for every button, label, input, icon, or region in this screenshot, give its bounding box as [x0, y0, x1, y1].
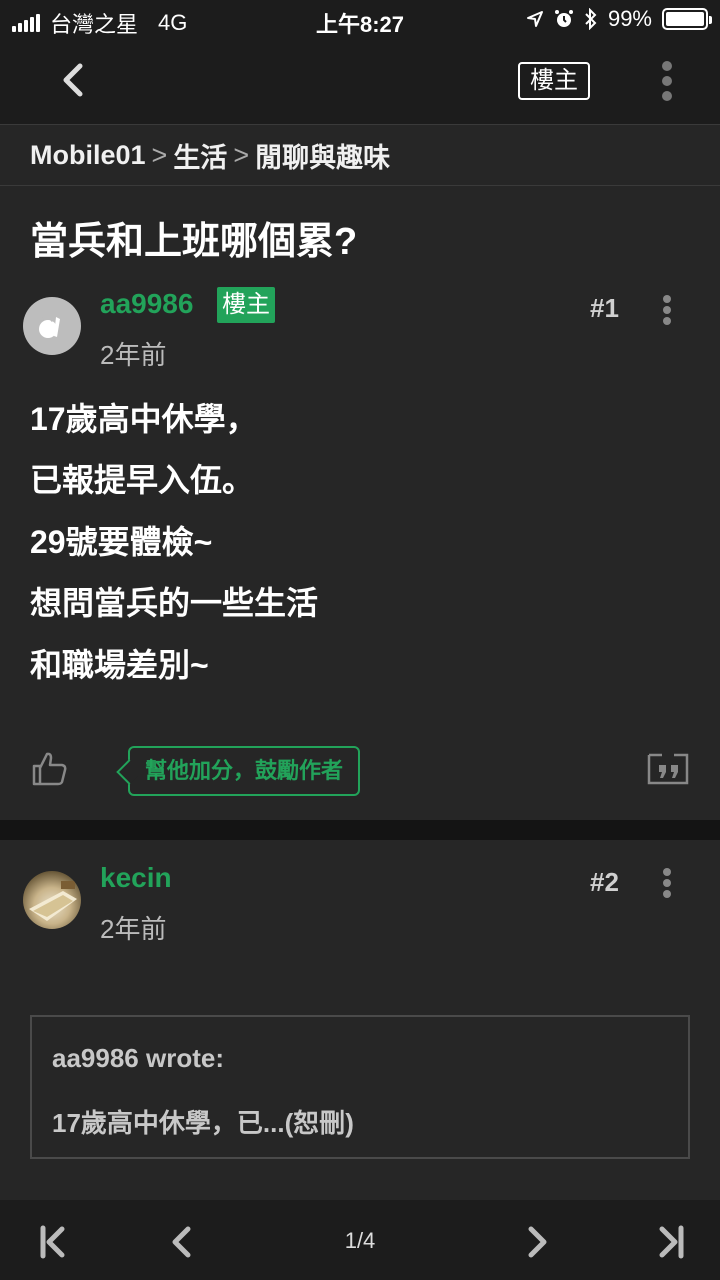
post-time: 2年前: [100, 340, 167, 370]
quote-icon: [647, 753, 689, 785]
post-author[interactable]: aa9986: [100, 288, 193, 320]
quote-reply-button[interactable]: [646, 749, 690, 789]
quote-text: 17歲高中休學，已...(恕刪): [52, 1108, 354, 1138]
bluetooth-icon: [585, 8, 597, 30]
encourage-author-tooltip: 幫他加分，鼓勵作者: [128, 746, 360, 796]
post-body-line: 29號要體檢~: [30, 524, 213, 560]
status-right: 99%: [526, 6, 712, 32]
quoted-post[interactable]: aa9986 wrote: 17歲高中休學，已...(恕刪): [30, 1015, 690, 1159]
op-badge: 樓主: [217, 287, 275, 323]
user-photo-icon: [29, 881, 77, 921]
chevron-right-icon: [528, 1226, 547, 1258]
location-icon: [526, 11, 543, 27]
back-button[interactable]: [52, 58, 96, 102]
more-options-button[interactable]: [654, 58, 680, 104]
post-time: 2年前: [100, 914, 167, 944]
post-floor-number: #1: [590, 293, 619, 323]
post-1: [0, 186, 720, 820]
default-avatar-icon: [39, 315, 60, 338]
vertical-ellipsis-icon: [662, 61, 672, 101]
top-nav-bar: 樓主: [0, 40, 720, 124]
post-author[interactable]: kecin: [100, 862, 172, 894]
post-divider: [0, 820, 720, 840]
thumbs-up-icon: [32, 752, 67, 786]
post-body-line: 已報提早入伍。: [30, 462, 255, 498]
avatar[interactable]: [23, 871, 81, 929]
like-button[interactable]: [30, 748, 70, 788]
last-page-button[interactable]: [650, 1222, 690, 1262]
breadcrumb-item-site[interactable]: Mobile01: [30, 140, 146, 171]
battery-icon: [662, 8, 712, 30]
op-only-button[interactable]: 樓主: [518, 62, 590, 100]
status-bar: 台灣之星 4G 上午8:27 99%: [0, 0, 720, 40]
alarm-icon: [554, 10, 573, 27]
next-page-button[interactable]: [516, 1222, 556, 1262]
breadcrumb: Mobile01 > 生活 > 閒聊與趣味: [0, 124, 720, 186]
post-body-line: 17歲高中休學，: [30, 401, 258, 437]
last-page-icon: [659, 1225, 684, 1259]
battery-percent: 99%: [607, 6, 652, 31]
pagination-bar: 1/4: [0, 1200, 720, 1280]
vertical-ellipsis-icon: [663, 295, 671, 325]
post-more-button[interactable]: [661, 293, 673, 327]
vertical-ellipsis-icon: [663, 868, 671, 898]
post-more-button[interactable]: [661, 866, 673, 900]
post-body-line: 和職場差別~: [30, 647, 209, 683]
chevron-left-icon: [63, 63, 83, 97]
quote-author: aa9986 wrote:: [52, 1043, 224, 1073]
breadcrumb-separator: >: [151, 139, 168, 170]
post-floor-number: #2: [590, 867, 619, 897]
breadcrumb-separator: >: [233, 139, 250, 170]
breadcrumb-item-forum[interactable]: 閒聊與趣味: [255, 136, 390, 175]
avatar[interactable]: [23, 297, 81, 355]
page-indicator: 1/4: [344, 1228, 376, 1253]
breadcrumb-item-category[interactable]: 生活: [173, 136, 227, 175]
thread-title: 當兵和上班哪個累?: [30, 221, 358, 263]
post-body-line: 想問當兵的一些生活: [30, 585, 319, 621]
